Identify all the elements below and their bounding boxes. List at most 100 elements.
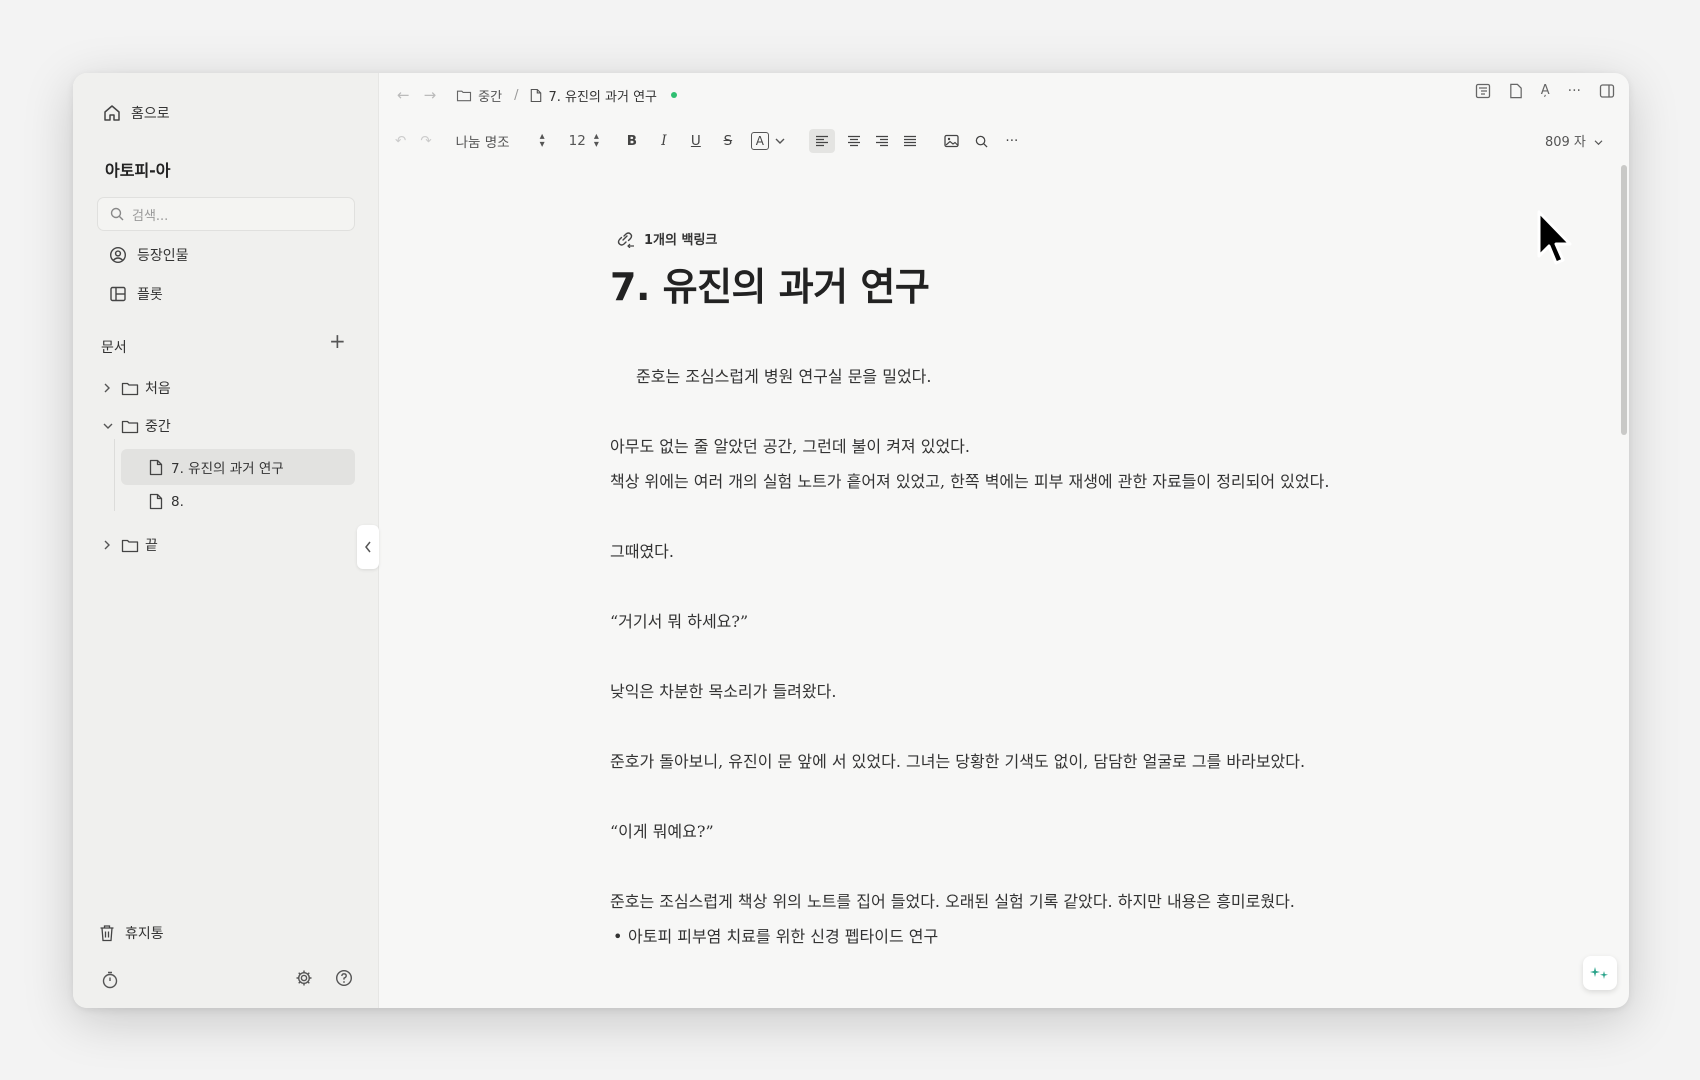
trash-link[interactable]: 휴지통 [99,923,164,943]
paragraph: “이게 뭐예요?” [610,822,714,841]
updown-icon: ▴ ▾ [593,131,599,150]
undo-redo: ↶ ↷ [395,133,432,149]
font-size-select[interactable]: 12 ▴ ▾ [568,131,599,150]
app-window: 홈으로 아토피-아 검색... 등장인물 플롯 문서 + 처음 중간 7. 유진… [73,73,1629,1008]
redo-icon[interactable]: ↷ [420,133,431,149]
spellcheck-icon[interactable]: A̦ [1541,83,1550,99]
char-count-value: 809 자 [1544,135,1586,150]
forward-arrow-icon[interactable]: → [424,86,437,104]
breadcrumb-document-label: 7. 유진의 과거 연구 [548,89,657,105]
add-document-button[interactable]: + [329,331,346,351]
more-icon[interactable]: ··· [1003,129,1021,153]
tree-guide-line [114,439,115,511]
paragraph: 그때였다. [610,542,674,561]
tree-doc[interactable]: 8. [149,493,184,510]
more-icon[interactable]: ··· [1568,83,1581,99]
backlink-label: 1개의 백링크 [644,233,718,248]
italic-button[interactable]: I [655,129,673,153]
home-link[interactable]: 홈으로 [103,103,170,123]
workspace-name[interactable]: 아토피-아 [105,157,171,181]
search-placeholder: 검색... [132,208,169,224]
page-icon[interactable] [1509,83,1523,99]
saved-status-dot [671,92,677,98]
tree-doc-active[interactable]: 7. 유진의 과거 연구 [121,449,355,485]
tree-label: 7. 유진의 과거 연구 [171,461,284,477]
strikethrough-button[interactable]: S [719,129,737,153]
paragraph: “거기서 뭐 하세요?” [610,612,749,631]
breadcrumb-folder[interactable]: 중간 [456,86,502,105]
mouse-cursor [1536,210,1574,268]
person-circle-icon [109,246,127,264]
updown-icon: ▴ ▾ [539,131,545,150]
search-input[interactable]: 검색... [97,197,355,231]
paragraph: 아무도 없는 줄 알았던 공간, 그런데 불이 켜져 있었다. [610,437,970,456]
top-bar: ← → 중간 / 7. 유진의 과거 연구 A̦ ··· [379,73,1629,117]
align-group [808,129,919,153]
collapse-sidebar-button[interactable] [357,525,379,569]
document-icon [149,493,163,510]
align-justify-icon[interactable] [901,129,919,153]
align-right-icon[interactable] [873,129,891,153]
paragraph: 준호는 조심스럽게 병원 연구실 문을 밀었다. [636,367,932,386]
sparkle-icon [1590,965,1610,981]
search-icon[interactable] [973,129,991,153]
char-count-select[interactable]: 809 자 [1545,131,1603,150]
folder-icon [121,419,139,434]
documents-section-title: 문서 [101,340,127,356]
assistant-button[interactable] [1583,956,1617,990]
bold-button[interactable]: B [623,129,641,153]
image-icon[interactable] [943,129,961,153]
font-size-value: 12 [568,133,586,149]
document-body[interactable]: 준호는 조심스럽게 병원 연구실 문을 밀었다. 아무도 없는 줄 알았던 공간… [610,359,1390,954]
gear-icon[interactable] [295,969,313,987]
backlink-indicator[interactable]: 1개의 백링크 [616,229,1390,248]
editor-area: ← → 중간 / 7. 유진의 과거 연구 A̦ ··· ↶ ↷ 나눔 명조 ▴… [379,73,1629,1008]
trash-icon [99,924,115,942]
insert-group: ··· [943,129,1021,153]
sidebar-item-label: 플롯 [137,287,163,303]
chevron-right-icon [103,383,115,393]
paragraph: 준호가 돌아보니, 유진이 문 앞에 서 있었다. 그녀는 당황한 기색도 없이… [610,752,1306,771]
home-label: 홈으로 [131,106,170,122]
underline-button[interactable]: U [687,129,705,153]
document-icon [149,459,163,476]
back-arrow-icon[interactable]: ← [397,86,410,104]
paragraph: 책상 위에는 여러 개의 실험 노트가 흩어져 있었고, 한쪽 벽에는 피부 재… [610,472,1330,491]
chevron-right-icon [103,540,115,550]
help-icon[interactable] [335,969,353,987]
align-center-icon[interactable] [845,129,863,153]
chevron-down-icon[interactable] [775,137,785,145]
folder-icon [121,538,139,553]
home-icon [103,104,121,122]
tree-folder-start[interactable]: 처음 [103,378,171,398]
breadcrumb-document[interactable]: 7. 유진의 과거 연구 [530,86,657,105]
history-nav: ← → [397,86,436,104]
document[interactable]: 1개의 백링크 7. 유진의 과거 연구 준호는 조심스럽게 병원 연구실 문을… [610,229,1390,954]
align-left-icon[interactable] [808,129,835,153]
document-icon [530,88,542,103]
document-title[interactable]: 7. 유진의 과거 연구 [610,256,1390,311]
undo-icon[interactable]: ↶ [395,133,406,149]
font-family-value: 나눔 명조 [455,135,510,151]
sidebar-footer-actions [295,969,353,987]
list-item: 아토피 피부염 치료를 위한 신경 펩타이드 연구 [610,919,1390,954]
search-icon [110,207,124,221]
scrollbar-thumb[interactable] [1621,165,1627,435]
tree-label: 8. [171,493,184,510]
font-family-select[interactable]: 나눔 명조 ▴ ▾ [455,131,545,152]
panel-toggle-icon[interactable] [1599,83,1615,99]
sidebar-item-plot[interactable]: 플롯 [109,284,163,304]
text-color-button[interactable]: A [750,132,769,150]
timer-button[interactable] [101,971,119,989]
sidebar-item-characters[interactable]: 등장인물 [109,245,189,265]
paragraph: 준호는 조심스럽게 책상 위의 노트를 집어 들었다. 오래된 실험 기록 같았… [610,892,1295,911]
trash-label: 휴지통 [125,926,164,942]
tree-folder-middle[interactable]: 중간 [103,416,171,436]
outline-icon[interactable] [1475,83,1491,99]
tree-folder-end[interactable]: 끝 [103,535,158,555]
